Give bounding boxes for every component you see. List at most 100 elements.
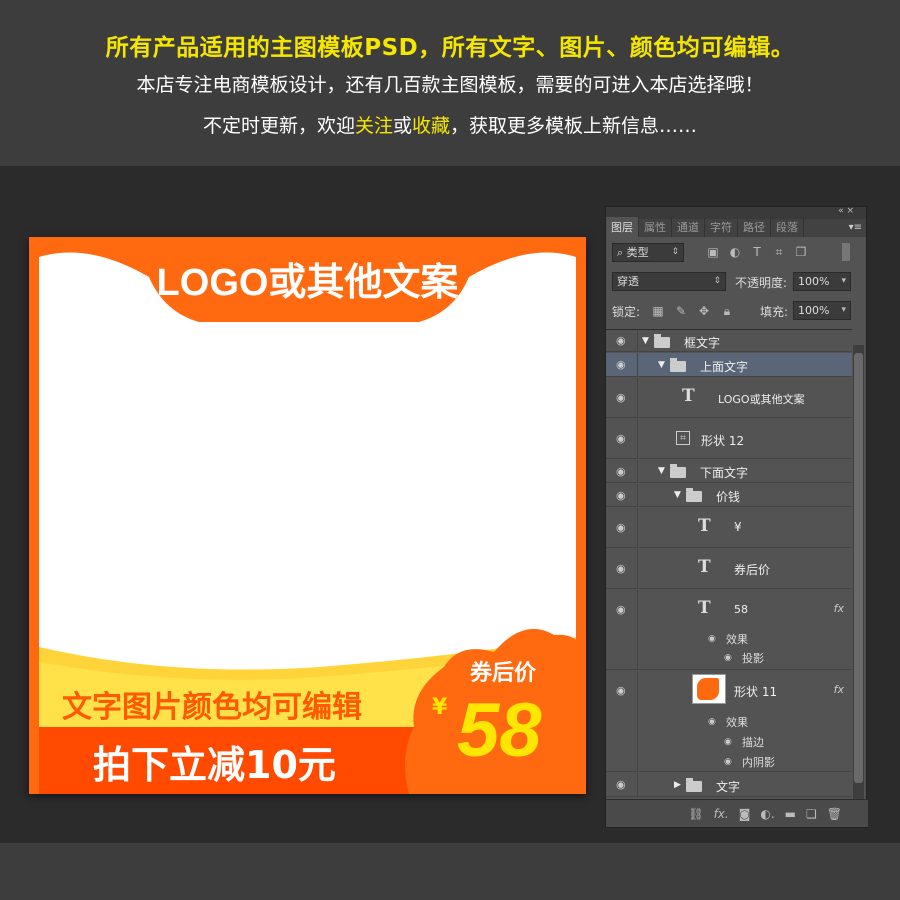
type-filter-icon[interactable]: T: [750, 245, 764, 259]
text-layer-icon: T: [682, 386, 695, 406]
visibility-eye-icon[interactable]: ◉: [616, 489, 626, 502]
layers-scrollbar[interactable]: [853, 345, 864, 799]
layer-name: 形状 11: [734, 685, 778, 699]
screenshot-root: 所有产品适用的主图模板PSD，所有文字、图片、颜色均可编辑。 本店专注电商模板设…: [0, 0, 900, 900]
collect-highlight: 收藏: [412, 115, 451, 137]
lock-image-icon[interactable]: ✎: [674, 304, 688, 318]
blend-mode-select[interactable]: 穿透 ⇕: [612, 272, 726, 291]
expand-triangle-icon[interactable]: ▼: [674, 490, 681, 500]
filter-type-value: 类型: [626, 246, 649, 259]
scrollbar-thumb[interactable]: [854, 353, 863, 783]
inner-shadow-label: 内阴影: [742, 756, 775, 769]
collapse-icon[interactable]: « ×: [838, 206, 854, 216]
layer-bottom-text[interactable]: ◉ ▼ 下面文字: [606, 460, 852, 483]
layer-name: 价钱: [716, 490, 741, 504]
layer-price-58[interactable]: ◉ T 58 fx ◉ 效果 ◉ 投影: [606, 590, 852, 670]
layer-shape-11[interactable]: ◉ 形状 11 fx ◉ 效果 ◉ 描边 ◉ 内阴影: [606, 671, 852, 772]
expand-triangle-icon[interactable]: ▼: [658, 360, 665, 370]
new-layer-icon[interactable]: ❏: [806, 807, 817, 821]
blend-mode-value: 穿透: [617, 275, 639, 288]
text-layer-icon: T: [698, 557, 711, 577]
effect-eye-icon[interactable]: ◉: [724, 653, 732, 663]
effects-label: 效果: [726, 716, 748, 729]
visibility-eye-icon[interactable]: ◉: [616, 778, 626, 791]
delete-layer-icon[interactable]: 🗑︎: [827, 807, 842, 821]
adjustment-filter-icon[interactable]: ◐: [728, 245, 742, 259]
effect-eye-icon[interactable]: ◉: [708, 634, 716, 644]
visibility-eye-icon[interactable]: ◉: [616, 465, 626, 478]
fill-value: 100%: [798, 304, 830, 317]
tab-layers[interactable]: 图层: [606, 217, 639, 237]
layer-list: ◉ ▼ 框文字 ◉ ▼ 上面文字 ◉ T LOGO或其他文案 ◉ ⌗ 形状 12…: [606, 329, 852, 799]
effect-eye-icon[interactable]: ◉: [724, 757, 732, 767]
layer-name: 文字: [716, 780, 741, 794]
price-value: 58: [457, 688, 542, 773]
filter-toggle-icon[interactable]: [842, 243, 850, 261]
layer-logo-text[interactable]: ◉ T LOGO或其他文案: [606, 378, 852, 418]
lock-transparent-icon[interactable]: ▦: [651, 304, 665, 318]
line3-part-b: ，获取更多模板上新信息……: [450, 115, 698, 137]
text-layer-icon: T: [698, 598, 711, 618]
adjustment-layer-icon[interactable]: ◐.: [760, 807, 774, 821]
panel-menu-icon[interactable]: ▾≡: [849, 222, 862, 233]
shape-thumbnail: [692, 674, 726, 704]
lock-all-icon[interactable]: 🔒︎: [720, 304, 734, 318]
layer-shape-12[interactable]: ◉ ⌗ 形状 12: [606, 419, 852, 459]
visibility-eye-icon[interactable]: ◉: [616, 684, 626, 697]
link-layers-icon[interactable]: ⛓: [688, 807, 703, 821]
layer-top-text[interactable]: ◉ ▼ 上面文字: [606, 353, 852, 377]
folder-icon: [654, 334, 670, 348]
add-style-icon[interactable]: fx.: [714, 807, 729, 821]
folder-icon: [670, 358, 686, 372]
editable-text: 文字图片颜色均可编辑: [62, 690, 362, 725]
tab-paths[interactable]: 路径: [738, 217, 771, 237]
tab-character[interactable]: 字符: [705, 217, 738, 237]
layer-name: LOGO或其他文案: [718, 393, 805, 406]
expand-triangle-icon[interactable]: ▼: [642, 336, 649, 346]
fx-icon[interactable]: fx: [834, 602, 844, 615]
layer-name: 形状 12: [701, 434, 745, 448]
visibility-eye-icon[interactable]: ◉: [616, 391, 626, 404]
opacity-value: 100%: [798, 275, 830, 288]
effect-eye-icon[interactable]: ◉: [708, 717, 716, 727]
lock-position-icon[interactable]: ✥: [697, 304, 711, 318]
tab-channels[interactable]: 通道: [672, 217, 705, 237]
text-layer-icon: T: [698, 516, 711, 536]
tab-paragraph[interactable]: 段落: [771, 217, 804, 237]
folder-icon: [670, 464, 686, 478]
layer-text-group[interactable]: ◉ ▶ 文字: [606, 773, 852, 797]
expand-triangle-icon[interactable]: ▼: [658, 466, 665, 476]
visibility-eye-icon[interactable]: ◉: [616, 603, 626, 616]
layer-name: ¥: [734, 520, 742, 534]
add-mask-icon[interactable]: ◙: [739, 807, 751, 821]
collapse-triangle-icon[interactable]: ▶: [674, 780, 681, 790]
shape-thumbnail-fill: [697, 678, 719, 700]
stroke-label: 描边: [742, 736, 764, 749]
layer-price-group[interactable]: ◉ ▼ 价钱: [606, 484, 852, 507]
visibility-eye-icon[interactable]: ◉: [616, 358, 626, 371]
opacity-input[interactable]: 100% ▾: [793, 272, 851, 291]
tab-properties[interactable]: 属性: [639, 217, 672, 237]
banner-subline: 本店专注电商模板设计，还有几百款主图模板，需要的可进入本店选择哦！: [136, 74, 764, 96]
layer-name: 框文字: [684, 336, 721, 350]
effect-eye-icon[interactable]: ◉: [724, 737, 732, 747]
visibility-eye-icon[interactable]: ◉: [616, 521, 626, 534]
fx-icon[interactable]: fx: [834, 683, 844, 696]
layers-panel: « × 图层 属性 通道 字符 路径 段落 ▾≡ ⌕ 类型 ⇕ ▣ ◐ T ⌗ ❐…: [605, 206, 868, 828]
visibility-eye-icon[interactable]: ◉: [616, 432, 626, 445]
layer-yen[interactable]: ◉ T ¥: [606, 508, 852, 548]
layer-frame-text[interactable]: ◉ ▼ 框文字: [606, 330, 852, 352]
visibility-eye-icon[interactable]: ◉: [616, 562, 626, 575]
drop-shadow-label: 投影: [742, 652, 764, 665]
fill-input[interactable]: 100% ▾: [793, 301, 851, 320]
layer-coupon[interactable]: ◉ T 券后价: [606, 549, 852, 589]
visibility-eye-icon[interactable]: ◉: [616, 334, 626, 347]
layer-name: 券后价: [734, 563, 771, 577]
filter-type-select[interactable]: ⌕ 类型 ⇕: [612, 243, 684, 262]
shape-filter-icon[interactable]: ⌗: [772, 245, 786, 259]
smart-object-filter-icon[interactable]: ❐: [794, 245, 808, 259]
folder-icon: [686, 778, 702, 792]
new-group-icon[interactable]: ▬: [785, 807, 796, 821]
image-filter-icon[interactable]: ▣: [706, 245, 720, 259]
line3-or: 或: [392, 115, 412, 137]
